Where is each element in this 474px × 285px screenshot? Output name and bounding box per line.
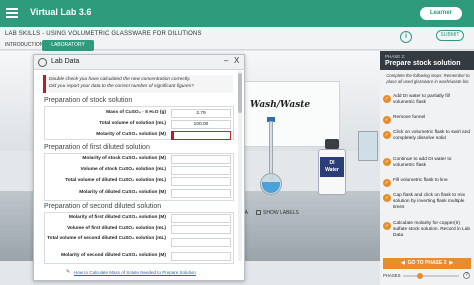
row-label: Volume of first diluted CuSO₄ solution (…: [67, 226, 166, 231]
step-item: ✓ Click on volumetric flask to swirl and…: [383, 130, 471, 152]
data-field[interactable]: [171, 189, 231, 198]
row-label: Molarity of second diluted CuSO₄ solutio…: [61, 253, 166, 258]
tab-laboratory-simulation[interactable]: LABORATORY SIMULATION: [42, 40, 94, 59]
row-label: Molarity of stock CuSO₄ solution (M): [82, 156, 166, 161]
phase-number: PHASE 2:: [385, 54, 406, 59]
row-label: Total volume of diluted CuSO₄ solution (…: [65, 178, 166, 183]
data-field[interactable]: [171, 252, 231, 261]
data-field[interactable]: [171, 225, 231, 234]
step-item: ✓ Calculate molarity for copper(II) sulf…: [383, 221, 471, 247]
row-label: Molarity of CuSO₄ solution (M): [96, 132, 166, 137]
di-water-label: DI Water: [320, 157, 344, 177]
top-app-bar: Virtual Lab 3.6 Learner: [0, 0, 474, 27]
check-icon: ✓: [383, 116, 391, 124]
data-field[interactable]: [171, 177, 231, 186]
row-label: Total volume of solution (mL): [99, 121, 166, 126]
row-label: Molarity of first diluted CuSO₄ solution…: [68, 215, 166, 220]
dialog-scrollbar-thumb[interactable]: [238, 73, 242, 113]
show-labels-checkbox[interactable]: [256, 210, 261, 215]
phases-progress: PHASES ?: [383, 272, 471, 280]
lightbulb-icon: ✎: [66, 269, 71, 275]
wash-waste-bin[interactable]: [232, 81, 340, 147]
section-heading-second-dilution: Preparation of second diluted solution: [44, 203, 162, 210]
check-icon: ✓: [383, 179, 391, 187]
person-icon: [38, 58, 47, 67]
dialog-header[interactable]: Lab Data – X: [34, 55, 244, 70]
chevron-right-icon: ▶: [449, 260, 454, 266]
row-label: Volume of stock CuSO₄ solution (mL): [80, 167, 166, 172]
step-text: Continue to add DI water to volumetric f…: [393, 157, 452, 168]
mass-field[interactable]: 2.79: [171, 109, 231, 118]
data-field[interactable]: [171, 166, 231, 175]
notice-line-2: Did you report your data to the correct …: [49, 83, 194, 89]
phases-current-dot[interactable]: [417, 273, 423, 279]
tab-introduction[interactable]: INTRODUCTION: [5, 40, 43, 51]
section-heading-stock: Preparation of stock solution: [44, 97, 133, 104]
goto-label: GO TO PHASE 3: [407, 260, 447, 266]
chevron-left-icon: ◀: [400, 260, 405, 266]
di-water-bottle-cap[interactable]: [325, 139, 339, 149]
instructions-panel: PHASE 2: Prepare stock solution Complete…: [380, 51, 474, 285]
step-item: ✓ Add DI water to partially fill volumet…: [383, 94, 471, 112]
step-item: ✓ Fill volumetric flask to line: [383, 178, 471, 190]
close-icon[interactable]: X: [234, 56, 239, 65]
volume-field[interactable]: 100.00: [171, 120, 231, 129]
breadcrumb: LAB SKILLS - USING VOLUMETRIC GLASSWARE …: [5, 31, 202, 37]
step-text: Calculate molarity for copper(II) sulfat…: [393, 221, 471, 238]
data-field[interactable]: [171, 214, 231, 223]
section-heading-first-dilution: Preparation of first diluted solution: [44, 144, 150, 151]
step-text: Remove funnel: [393, 115, 426, 120]
go-to-phase-3-button[interactable]: ◀ GO TO PHASE 3 ▶: [383, 258, 471, 269]
beaker[interactable]: [358, 131, 378, 161]
step-text: Add DI water to partially fill volumetri…: [393, 94, 450, 105]
dialog-title: Lab Data: [51, 58, 80, 65]
molarity-input[interactable]: [171, 131, 231, 140]
row-label: Total volume of second diluted CuSO₄ sol…: [47, 236, 166, 241]
row-label: Mass of CuSO₄ · 5 H₂O (g): [106, 110, 166, 115]
notice-box: Double check you have calculated the new…: [43, 75, 233, 93]
phases-track[interactable]: [403, 275, 459, 277]
row-label: Molarity of diluted CuSO₄ solution (M): [79, 190, 166, 195]
learner-button[interactable]: Learner: [420, 7, 462, 20]
volumetric-flask-neck[interactable]: [269, 121, 273, 179]
check-icon: ✓: [383, 158, 391, 166]
step-text: Cap flask and click on flask to mix solu…: [393, 193, 465, 210]
wash-waste-label: Wash/Waste: [250, 100, 311, 110]
check-icon: ✓: [383, 131, 391, 139]
step-item: ✓ Remove funnel: [383, 115, 471, 127]
step-text: Click on volumetric flask to swirl and c…: [393, 130, 471, 141]
lab-data-dialog: Lab Data – X Double check you have calcu…: [33, 54, 245, 281]
help-icon[interactable]: ?: [463, 272, 470, 279]
show-labels-text[interactable]: SHOW LABELS: [263, 210, 299, 216]
info-icon[interactable]: i: [400, 31, 412, 43]
app-title: Virtual Lab 3.6: [30, 7, 92, 17]
phases-label: PHASES: [383, 273, 401, 278]
check-icon: ✓: [383, 194, 391, 202]
submit-button[interactable]: SUBMIT: [436, 30, 464, 41]
menu-icon[interactable]: [6, 8, 18, 18]
phase-header: PHASE 2: Prepare stock solution: [380, 51, 474, 70]
step-item: ✓ Continue to add DI water to volumetric…: [383, 157, 471, 173]
step-text: Fill volumetric flask to line: [393, 178, 448, 183]
check-icon: ✓: [383, 222, 391, 230]
help-link[interactable]: How to Calculate Mass of Solute Needed t…: [74, 270, 196, 275]
check-icon: ✓: [383, 95, 391, 103]
minimize-icon[interactable]: –: [224, 56, 228, 65]
phase-title: Prepare stock solution: [385, 60, 461, 67]
phase-description: Complete the following steps: Remember t…: [386, 73, 470, 84]
step-item: ✓ Cap flask and click on flask to mix so…: [383, 193, 471, 217]
data-field[interactable]: [171, 238, 231, 247]
data-field[interactable]: [171, 155, 231, 164]
input-cursor-marker: [171, 131, 174, 140]
